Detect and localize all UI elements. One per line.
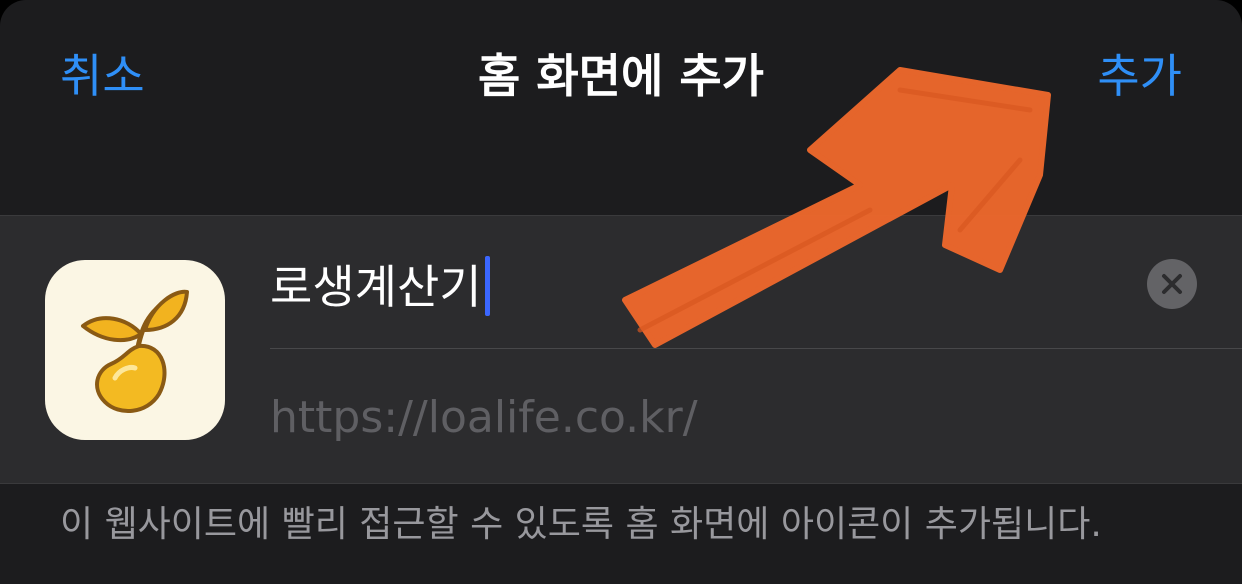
bookmark-form: 로생계산기 https://loalife.co.kr/ (0, 215, 1242, 484)
add-button[interactable]: 추가 (1097, 46, 1182, 106)
name-input[interactable]: 로생계산기 (270, 256, 490, 318)
sheet-title: 홈 화면에 추가 (478, 49, 764, 103)
add-to-home-screen-sheet: 취소 홈 화면에 추가 추가 로생계산기 https://loalife.co.… (0, 0, 1242, 584)
name-input-value: 로생계산기 (270, 260, 482, 314)
clear-text-button[interactable] (1147, 259, 1197, 309)
navigation-bar: 취소 홈 화면에 추가 추가 (0, 0, 1242, 160)
sprout-icon (45, 260, 225, 440)
text-caret (484, 256, 490, 316)
url-label: https://loalife.co.kr/ (270, 392, 698, 443)
footer-note: 이 웹사이트에 빨리 접근할 수 있도록 홈 화면에 아이콘이 추가됩니다. (60, 504, 1102, 545)
field-separator (270, 348, 1242, 349)
name-row: 로생계산기 (270, 216, 1242, 348)
clear-x-icon (1162, 274, 1182, 294)
